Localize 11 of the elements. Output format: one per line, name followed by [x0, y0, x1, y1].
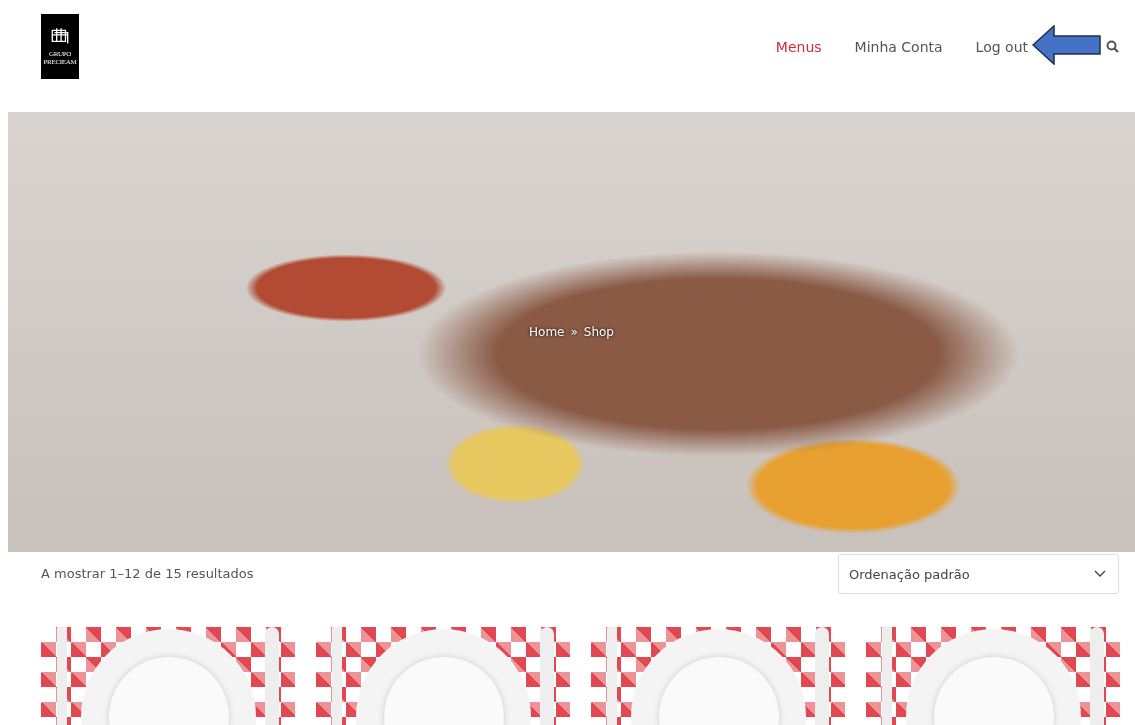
breadcrumb-link[interactable]: Shop — [583, 325, 614, 339]
search-icon[interactable] — [1106, 40, 1119, 53]
sort-dropdown[interactable]: Ordenação padrão — [838, 554, 1119, 594]
chevron-down-icon — [1094, 570, 1106, 578]
nav-link[interactable]: Log out — [975, 39, 1028, 55]
nav-link[interactable]: Menus — [775, 39, 822, 55]
nav-link[interactable]: Minha Conta — [854, 39, 943, 55]
arrow-annotation — [1031, 25, 1102, 65]
breadcrumb-separator: » — [570, 325, 578, 339]
results-count: A mostrar 1–12 de 15 resultados — [41, 565, 254, 581]
breadcrumb-link[interactable]: Home — [529, 325, 565, 339]
